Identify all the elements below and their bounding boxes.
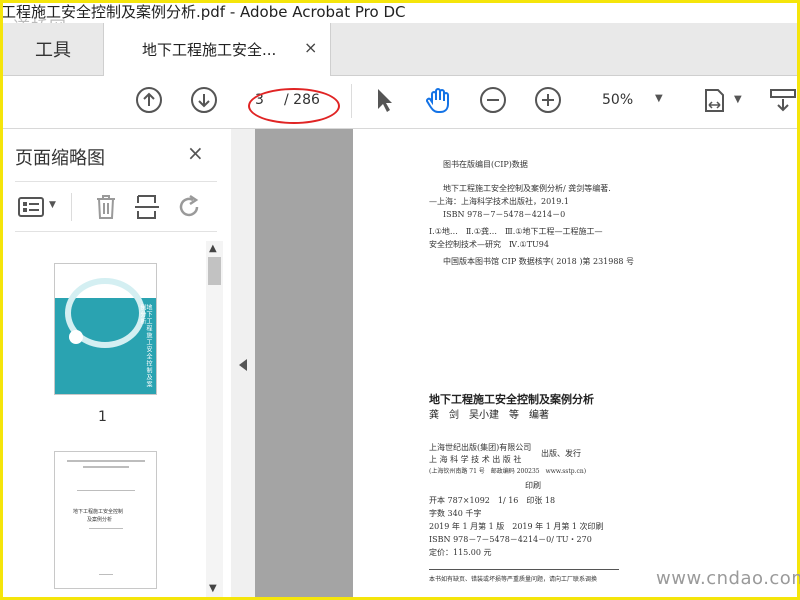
hand-icon[interactable] [424, 85, 454, 115]
cover-title: 地下工程施工安全控制及案例分析 [139, 304, 152, 388]
book-title: 地下工程施工安全控制及案例分析 [429, 393, 594, 406]
printing-label: 印刷 [525, 481, 541, 490]
pdf-page: 图书在版编目(CIP)数据 地下工程施工安全控制及案例分析/ 龚剑等编著. —上… [353, 129, 797, 597]
tab-tools[interactable]: 工具 [3, 23, 103, 75]
scroll-thumb[interactable] [208, 257, 221, 285]
isbn-line: ISBN 978－7－5478－4214－0/ TU・270 [429, 535, 592, 544]
fit-page-dropdown-icon[interactable]: ▼ [734, 94, 742, 105]
cip-line: 中国版本图书馆 CIP 数据核字( 2018 )第 231988 号 [443, 257, 635, 266]
footer-note: 本书如有缺页、错装或坏损等严重质量问题，请向工厂联系调换 [429, 576, 598, 583]
cover-logo [69, 330, 83, 344]
panel-toggle[interactable] [231, 129, 255, 597]
thumb2-subtitle: 及案例分析 [87, 517, 113, 523]
thumbnail-page-1[interactable]: 地下工程施工安全控制及案例分析 [55, 264, 156, 394]
sidebar-close-icon[interactable]: × [187, 141, 204, 165]
cip-line: ISBN 978－7－5478－4214－0 [443, 210, 566, 219]
thumbnail-page-number: 1 [98, 409, 107, 425]
watermark-bottom-right: www.cndao.com [656, 568, 800, 589]
acrobat-window: 工程施工安全控制及案例分析.pdf - Adobe Acrobat Pro DC… [0, 0, 800, 600]
options-dropdown-icon[interactable]: ▼ [49, 200, 56, 210]
footer-rule [429, 569, 619, 570]
thumbnail-sidebar: 页面缩略图 × ▼ 地下工程施工安全控制及案例分析 1 地下工程施工安全控制 及… [3, 129, 232, 597]
cip-heading: 图书在版编目(CIP)数据 [443, 160, 528, 169]
publisher-line: 上海世纪出版(集团)有限公司 [429, 443, 532, 452]
text-line [99, 574, 113, 575]
zoom-out-icon[interactable] [478, 85, 508, 115]
publisher-note: 出版、发行 [541, 449, 581, 458]
divider [15, 231, 217, 232]
divider [15, 181, 217, 182]
publisher-line: 上 海 科 学 技 术 出 版 社 [429, 455, 522, 464]
tab-bar: 工具 地下工程施工安全... × [3, 23, 797, 76]
toolbar-separator [351, 84, 352, 118]
trash-icon[interactable] [93, 193, 119, 221]
tab-document[interactable]: 地下工程施工安全... × [103, 23, 331, 76]
collapse-arrow-icon[interactable] [239, 359, 247, 371]
select-cursor-icon[interactable] [369, 85, 399, 115]
zoom-in-icon[interactable] [533, 85, 563, 115]
toolbar-separator [71, 193, 72, 221]
cip-line: 地下工程施工安全控制及案例分析/ 龚剑等编著. [443, 184, 611, 193]
title-bar: 工程施工安全控制及案例分析.pdf - Adobe Acrobat Pro DC [3, 3, 797, 23]
rotate-icon[interactable] [175, 193, 203, 221]
thumb2-title: 地下工程施工安全控制 [73, 509, 124, 515]
arrow-down-circle-icon[interactable] [189, 85, 219, 115]
toolbar: 3 / 286 50% ▼ ▼ [3, 76, 797, 129]
thumbnail-page-2[interactable]: 地下工程施工安全控制 及案例分析 [55, 452, 156, 588]
sidebar-title: 页面缩略图 [15, 148, 105, 169]
arrow-up-circle-icon[interactable] [134, 85, 164, 115]
scroll-down-icon[interactable]: ▼ [209, 583, 217, 594]
publisher-address: (上海钦州南路 71 号 邮政编码 200235 www.sstp.cn) [429, 468, 587, 475]
text-line [77, 490, 135, 491]
zoom-level[interactable]: 50% [602, 92, 633, 108]
tab-tools-label: 工具 [35, 40, 71, 61]
text-line [67, 460, 145, 462]
cip-line: Ⅰ.①地… Ⅱ.①龚… Ⅲ.①地下工程—工程施工— [429, 227, 603, 236]
thumbnail-list: 地下工程施工安全控制及案例分析 1 地下工程施工安全控制 及案例分析 [3, 241, 207, 597]
edition-line: 2019 年 1 月第 1 版 2019 年 1 月第 1 次印刷 [429, 522, 604, 531]
text-line [89, 528, 123, 529]
tab-close-icon[interactable]: × [304, 38, 317, 57]
price-line: 定价：115.00 元 [429, 548, 492, 557]
cip-line: 安全控制技术—研究 Ⅳ.①TU94 [429, 240, 549, 249]
words-line: 字数 340 千字 [429, 509, 482, 518]
tab-document-label: 地下工程施工安全... [142, 41, 277, 59]
book-authors: 龚 剑 吴小建 等 编著 [429, 410, 549, 421]
scroll-mode-icon[interactable] [767, 85, 797, 115]
cip-line: —上海：上海科学技术出版社，2019.1 [429, 197, 569, 206]
sidebar-scrollbar[interactable]: ▲ ▼ [206, 241, 223, 597]
sidebar-toolbar: ▼ [3, 185, 231, 229]
document-view: 图书在版编目(CIP)数据 地下工程施工安全控制及案例分析/ 龚剑等编著. —上… [255, 129, 797, 597]
annotation-ellipse [248, 88, 340, 124]
fit-page-icon[interactable] [700, 85, 730, 115]
zoom-dropdown-icon[interactable]: ▼ [655, 93, 663, 104]
format-line: 开本 787×1092 1/ 16 印张 18 [429, 496, 556, 505]
thumbnail-options-icon[interactable] [17, 195, 45, 219]
text-line [83, 466, 129, 468]
extract-pages-icon[interactable] [133, 193, 161, 221]
scroll-up-icon[interactable]: ▲ [209, 243, 217, 254]
